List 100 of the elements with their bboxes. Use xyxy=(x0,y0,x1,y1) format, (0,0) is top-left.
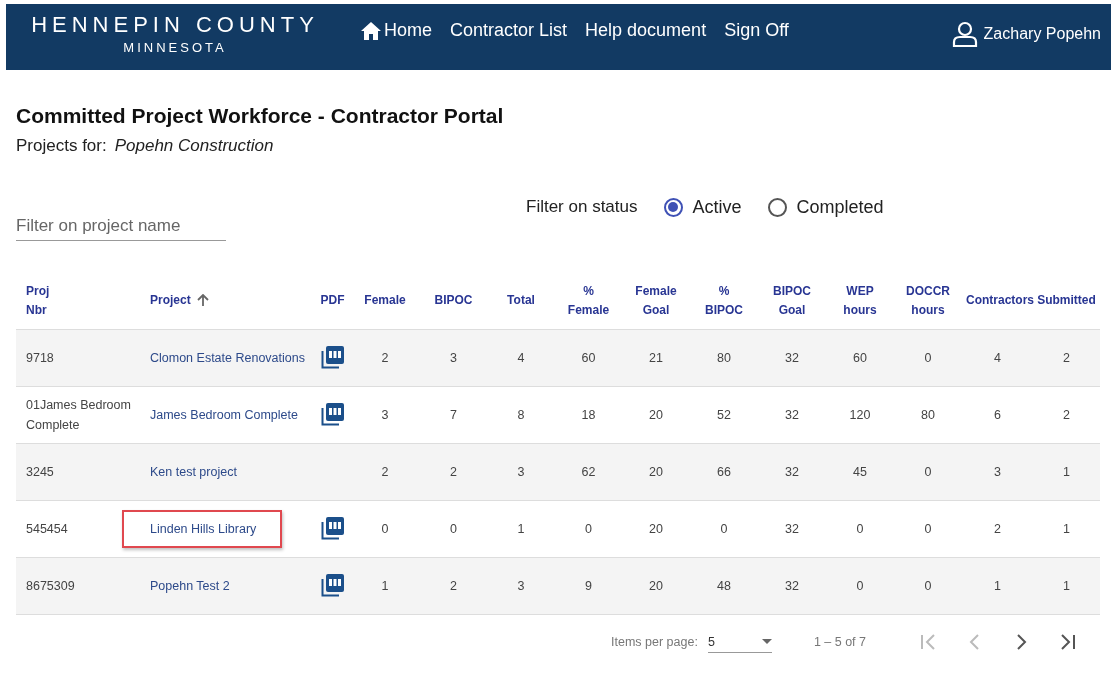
table-cell: 1 xyxy=(1063,579,1070,593)
table-cell: 20 xyxy=(649,465,663,479)
project-link[interactable]: Popehn Test 2 xyxy=(150,579,230,593)
table-cell: 3 xyxy=(450,351,457,365)
column-header[interactable]: % Female xyxy=(567,281,610,320)
table-cell: 0 xyxy=(856,522,864,536)
table-cell: 2 xyxy=(994,522,1001,536)
table-cell: 80 xyxy=(921,408,935,422)
column-header[interactable]: DOCCR hours xyxy=(906,281,950,320)
nav-link[interactable]: Contractor List xyxy=(450,19,568,41)
column-header[interactable]: Female Goal xyxy=(635,281,677,320)
project-link[interactable]: Ken test project xyxy=(150,465,237,479)
table-cell: 0 xyxy=(924,579,932,593)
column-header[interactable]: Project xyxy=(150,291,209,310)
table-cell: 9718 xyxy=(26,351,54,365)
nav-link[interactable]: Help document xyxy=(585,19,707,41)
column-header[interactable]: PDF xyxy=(320,291,345,310)
column-header[interactable]: Proj Nbr xyxy=(26,281,50,320)
user-icon xyxy=(951,21,978,47)
table-cell: 2 xyxy=(1063,408,1070,422)
project-link[interactable]: Linden Hills Library xyxy=(150,522,257,536)
table-cell: 21 xyxy=(649,351,663,365)
column-header[interactable]: WEP hours xyxy=(843,281,877,320)
table-cell: 20 xyxy=(649,522,663,536)
project-link[interactable]: James Bedroom Complete xyxy=(150,408,298,422)
table-cell: 1 xyxy=(381,579,389,593)
table-cell: 0 xyxy=(924,351,932,365)
table-cell: 120 xyxy=(849,408,871,422)
column-header[interactable]: Total xyxy=(507,291,535,310)
table-cell: 3 xyxy=(994,465,1001,479)
table-cell: 60 xyxy=(853,351,867,365)
table-cell: 32 xyxy=(785,579,799,593)
table-cell: 80 xyxy=(717,351,731,365)
table-cell: 32 xyxy=(785,465,799,479)
table-cell: 01James Bedroom Complete xyxy=(26,398,131,432)
column-header[interactable]: BIPOC xyxy=(434,291,473,310)
table-cell: 7 xyxy=(450,408,457,422)
home-link[interactable]: Home xyxy=(360,19,432,41)
pdf-icon[interactable] xyxy=(320,401,345,426)
sort-arrow-icon xyxy=(196,294,209,307)
logo-subtitle: MINNESOTA xyxy=(123,39,227,55)
table-cell: 8 xyxy=(517,408,525,422)
table-cell: 18 xyxy=(581,408,596,422)
status-radio[interactable]: Active xyxy=(663,196,742,218)
table-cell: 1 xyxy=(1063,465,1070,479)
table-cell: 2 xyxy=(450,465,457,479)
table-cell: 0 xyxy=(585,522,592,536)
table-cell: 0 xyxy=(856,579,864,593)
table-cell: 45 xyxy=(853,465,867,479)
table-cell: 0 xyxy=(450,522,457,536)
table-cell: 3245 xyxy=(26,465,54,479)
page-range: 1 – 5 of 7 xyxy=(813,635,866,649)
pdf-icon[interactable] xyxy=(320,572,345,597)
table-cell: 62 xyxy=(581,465,596,479)
table-cell: 32 xyxy=(785,408,799,422)
column-header[interactable]: Submitted xyxy=(1037,291,1096,310)
projects-for-label: Projects for: xyxy=(16,136,107,156)
table-cell: 20 xyxy=(649,579,663,593)
table-cell: 3 xyxy=(517,465,525,479)
pdf-icon[interactable] xyxy=(320,344,345,369)
logo-title: HENNEPIN COUNTY xyxy=(31,11,319,38)
table-cell: 2 xyxy=(450,579,457,593)
table-cell: 32 xyxy=(785,522,799,536)
table-cell: 2 xyxy=(381,465,389,479)
table-cell: 8675309 xyxy=(26,579,75,593)
table-cell: 1 xyxy=(517,522,525,536)
table-cell: 60 xyxy=(581,351,596,365)
pdf-icon[interactable] xyxy=(320,515,345,540)
page-size-select[interactable]: 5 xyxy=(707,631,772,653)
nav-link[interactable]: Sign Off xyxy=(724,19,789,41)
home-icon xyxy=(360,20,382,41)
column-header[interactable]: Female xyxy=(364,291,406,310)
table-cell: 1 xyxy=(994,579,1001,593)
table-cell: 9 xyxy=(585,579,592,593)
table-cell: 0 xyxy=(924,522,932,536)
table-cell: 48 xyxy=(717,579,731,593)
table-cell: 3 xyxy=(517,579,525,593)
status-filter-label: Filter on status xyxy=(526,197,638,217)
table-cell: 52 xyxy=(717,408,731,422)
table-cell: 4 xyxy=(994,351,1001,365)
table-cell: 545454 xyxy=(26,522,68,536)
table-cell: 2 xyxy=(1063,351,1070,365)
table-cell: 3 xyxy=(381,408,389,422)
table-cell: 66 xyxy=(717,465,731,479)
status-radio[interactable]: Completed xyxy=(767,196,884,218)
company-name: Popehn Construction xyxy=(114,136,274,156)
column-header[interactable]: BIPOC Goal xyxy=(773,281,811,320)
table-cell: 1 xyxy=(1063,522,1070,536)
column-header[interactable]: % BIPOC xyxy=(705,281,743,320)
user-name: Zachary Popehn xyxy=(983,25,1101,43)
table-cell: 0 xyxy=(381,522,389,536)
table-cell: 6 xyxy=(994,408,1001,422)
table-cell: 0 xyxy=(924,465,932,479)
table-cell: 4 xyxy=(517,351,525,365)
page-title: Committed Project Workforce - Contractor Portal xyxy=(16,104,505,128)
column-header[interactable]: Contractors xyxy=(966,291,1034,310)
table-cell: 32 xyxy=(785,351,799,365)
dropdown-caret-icon xyxy=(761,639,772,644)
items-per-page-label: Items per page: xyxy=(611,635,698,649)
table-cell: 20 xyxy=(649,408,663,422)
